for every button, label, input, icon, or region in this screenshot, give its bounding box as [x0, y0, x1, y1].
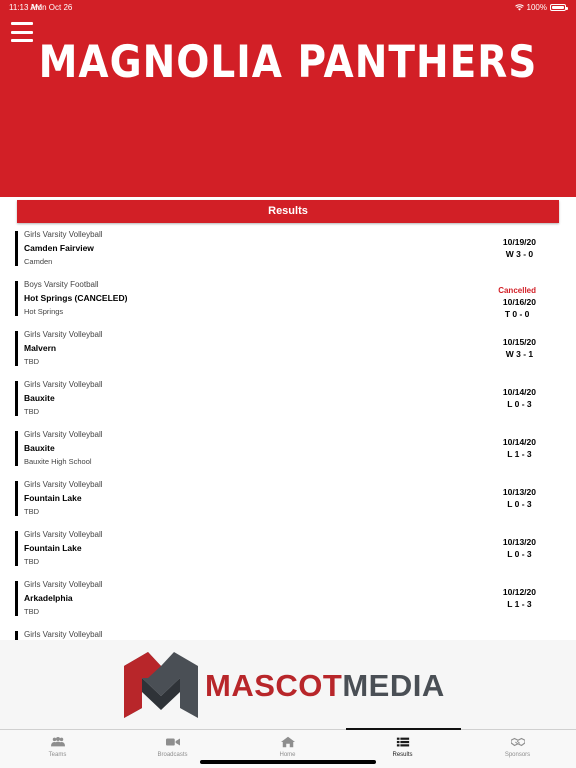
game-location: Camden	[24, 257, 53, 266]
result-summary: 10/14/20 L 1 - 3	[503, 436, 536, 460]
menu-line	[11, 30, 33, 34]
result-row[interactable]: Girls Varsity Volleyball	[0, 626, 576, 640]
team-title: MAGNOLIA PANTHERS	[38, 36, 538, 89]
home-icon	[280, 736, 295, 748]
game-location: TBD	[24, 407, 39, 416]
game-date: 10/12/20	[502, 587, 536, 597]
sport-label: Boys Varsity Football	[24, 280, 99, 289]
result-row[interactable]: Girls Varsity Volleyball Bauxite Bauxite H…	[0, 426, 576, 476]
game-date: 10/15/20	[502, 337, 536, 347]
results-list[interactable]: Girls Varsity Volleyball Camden Fairview C…	[0, 226, 576, 640]
status-date: Mon Oct 26	[31, 3, 73, 12]
game-location: TBD	[24, 357, 39, 366]
opponent-name: Fountain Lake	[24, 543, 82, 553]
game-score: L 0 - 3	[507, 549, 532, 559]
game-date: 10/13/20	[502, 537, 536, 547]
result-summary: 10/19/20 W 3 - 0	[503, 236, 536, 260]
sport-label: Girls Varsity Volleyball	[24, 580, 103, 589]
sport-label: Girls Varsity Volleyball	[24, 480, 103, 489]
sport-label: Girls Varsity Volleyball	[24, 380, 103, 389]
battery-icon	[550, 4, 568, 11]
tab-label: Broadcasts	[157, 752, 188, 758]
game-date: 10/16/20	[502, 297, 536, 307]
result-row[interactable]: Girls Varsity Volleyball Bauxite TBD 10/14/…	[0, 376, 576, 426]
game-location: Hot Springs	[24, 307, 64, 316]
game-location: Bauxite High School	[24, 457, 92, 466]
opponent-name: Bauxite	[24, 443, 55, 453]
status-bar: 11:13 AM Mon Oct 26 100%	[0, 0, 576, 14]
result-row[interactable]: Boys Varsity Football Hot Springs (CANCEL…	[0, 276, 576, 326]
wifi-icon	[514, 4, 524, 11]
result-summary: 10/14/20 L 0 - 3	[503, 386, 536, 410]
result-summary: 10/15/20 W 3 - 1	[503, 336, 536, 360]
result-row[interactable]: Girls Varsity Volleyball Fountain Lake TBD…	[0, 476, 576, 526]
team-header: MAGNOLIA PANTHERS	[0, 0, 576, 197]
teams-icon	[50, 737, 65, 747]
result-summary: 10/13/20 L 0 - 3	[503, 536, 536, 560]
tab-label: Teams	[48, 752, 67, 758]
row-accent-bar	[15, 431, 18, 466]
sport-label: Girls Varsity Volleyball	[24, 630, 103, 639]
battery-percent: 100%	[526, 3, 547, 12]
row-accent-bar	[15, 231, 18, 266]
game-status: Cancelled	[498, 286, 536, 295]
result-summary: 10/12/20 L 1 - 3	[503, 586, 536, 610]
sponsor-banner[interactable]: MASCOTMEDIA	[0, 640, 576, 730]
game-score: L 1 - 3	[507, 599, 532, 609]
game-score: L 1 - 3	[507, 449, 532, 459]
opponent-name: Bauxite	[24, 393, 55, 403]
list-icon	[396, 737, 409, 747]
game-date: 10/14/20	[502, 387, 536, 397]
result-row[interactable]: Girls Varsity Volleyball Malvern TBD 10/15/…	[0, 326, 576, 376]
opponent-name: Fountain Lake	[24, 493, 82, 503]
row-accent-bar	[15, 331, 18, 366]
game-location: TBD	[24, 507, 39, 516]
menu-line	[11, 22, 33, 25]
tab-sponsors[interactable]: Sponsors	[460, 730, 575, 768]
game-location: TBD	[24, 607, 39, 616]
status-right: 100%	[514, 3, 568, 12]
mascot-media-logo-icon	[124, 652, 198, 718]
opponent-name: Malvern	[24, 343, 57, 353]
sport-label: Girls Varsity Volleyball	[24, 530, 103, 539]
video-camera-icon	[165, 738, 180, 746]
row-accent-bar	[15, 481, 18, 516]
game-score: W 3 - 1	[505, 349, 534, 359]
game-score: T 0 - 0	[504, 309, 530, 319]
results-section-header: Results	[17, 200, 559, 223]
game-score: W 3 - 0	[505, 249, 534, 259]
handshake-icon	[510, 737, 525, 747]
result-row[interactable]: Girls Varsity Volleyball Fountain Lake TBD…	[0, 526, 576, 576]
row-accent-bar	[15, 531, 18, 566]
tab-label: Home	[279, 752, 296, 758]
game-score: L 0 - 3	[507, 499, 532, 509]
game-date: 10/19/20	[502, 237, 536, 247]
opponent-name: Camden Fairview	[24, 243, 94, 253]
tab-teams[interactable]: Teams	[0, 730, 115, 768]
game-score: L 0 - 3	[507, 399, 532, 409]
opponent-name: Arkadelphia	[24, 593, 73, 603]
game-date: 10/13/20	[502, 487, 536, 497]
brand-part-media: MEDIA	[342, 668, 445, 703]
opponent-name: Hot Springs (CANCELED)	[24, 293, 128, 303]
row-accent-bar	[15, 381, 18, 416]
sport-label: Girls Varsity Volleyball	[24, 230, 103, 239]
result-summary: 10/13/20 L 0 - 3	[503, 486, 536, 510]
row-accent-bar	[15, 581, 18, 616]
game-location: TBD	[24, 557, 39, 566]
sponsor-brand: MASCOTMEDIA	[205, 668, 445, 704]
tab-label: Sponsors	[504, 752, 531, 758]
result-summary: Cancelled 10/16/20 T 0 - 0	[498, 286, 536, 320]
row-accent-bar	[15, 281, 18, 316]
tab-label: Results	[392, 752, 413, 758]
sport-label: Girls Varsity Volleyball	[24, 430, 103, 439]
sport-label: Girls Varsity Volleyball	[24, 330, 103, 339]
row-accent-bar	[15, 631, 18, 640]
result-row[interactable]: Girls Varsity Volleyball Camden Fairview C…	[0, 226, 576, 276]
result-row[interactable]: Girls Varsity Volleyball Arkadelphia TBD 10…	[0, 576, 576, 626]
brand-part-mascot: MASCOT	[205, 668, 343, 703]
game-date: 10/14/20	[502, 437, 536, 447]
home-indicator[interactable]	[200, 760, 376, 764]
